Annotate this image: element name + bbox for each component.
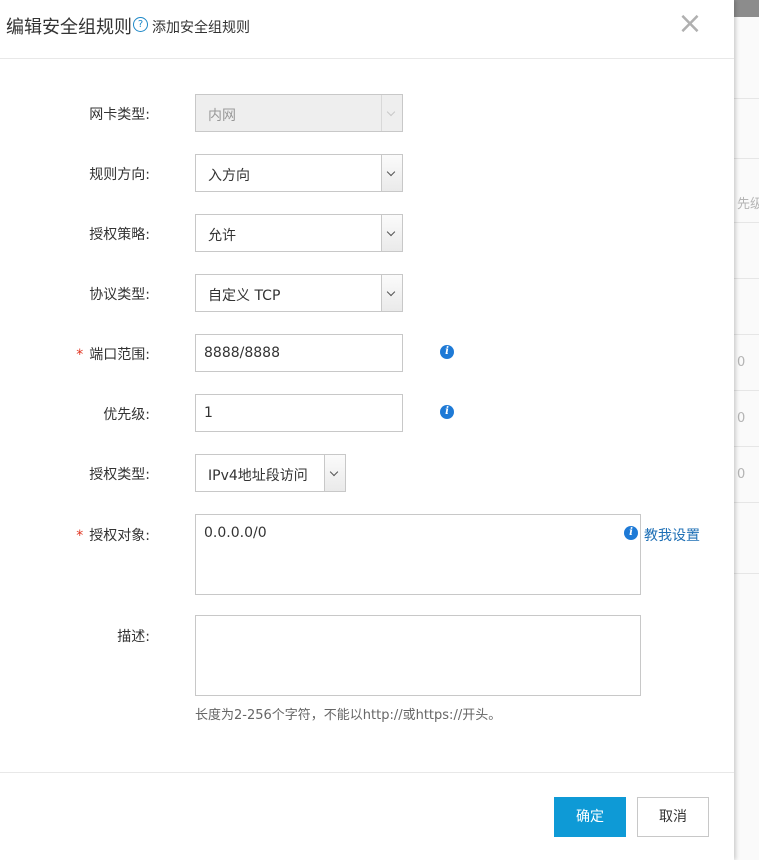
policy-value: 允许 xyxy=(208,228,236,244)
direction-value: 入方向 xyxy=(208,168,250,184)
chevron-down-icon[interactable] xyxy=(381,275,402,311)
auth-object-label: * 授权对象: xyxy=(0,525,150,545)
chevron-down-icon[interactable] xyxy=(324,455,345,491)
background-text: 先级 xyxy=(737,197,759,212)
background-divider xyxy=(734,446,759,447)
help-circle-icon[interactable]: ? xyxy=(133,17,148,32)
port-range-input[interactable]: 8888/8888 xyxy=(195,334,403,372)
priority-input[interactable]: 1 xyxy=(195,394,403,432)
auth-type-select[interactable]: IPv4地址段访问 xyxy=(195,454,346,492)
auth-object-value: 0.0.0.0/0 xyxy=(204,525,267,541)
confirm-button[interactable]: 确定 xyxy=(554,797,626,837)
priority-label: 优先级: xyxy=(103,407,150,423)
background-divider xyxy=(734,390,759,391)
auth-type-label: 授权类型: xyxy=(89,467,150,483)
info-icon[interactable]: i xyxy=(440,345,454,359)
required-marker: * xyxy=(76,347,84,363)
port-range-value: 8888/8888 xyxy=(204,345,280,361)
chevron-down-icon[interactable] xyxy=(381,155,402,191)
background-divider xyxy=(734,222,759,223)
policy-label: 授权策略: xyxy=(89,227,150,243)
teach-me-link[interactable]: 教我设置 xyxy=(644,525,700,545)
background-divider xyxy=(734,502,759,503)
background-text: 0 xyxy=(737,355,746,370)
direction-label: 规则方向: xyxy=(89,167,150,183)
edit-security-group-rule-dialog: 编辑安全组规则 ? 添加安全组规则 × 网卡类型: 内网 规则方向: 入方向 授… xyxy=(0,0,734,860)
add-rule-help-link[interactable]: 添加安全组规则 xyxy=(152,17,250,37)
close-icon[interactable]: × xyxy=(677,9,703,40)
nic-type-value: 内网 xyxy=(208,108,236,124)
nic-type-select: 内网 xyxy=(195,94,403,132)
auth-object-label-text: 授权对象: xyxy=(89,528,150,544)
background-text: 0 xyxy=(737,411,746,426)
footer-divider xyxy=(0,772,734,773)
background-topbar xyxy=(734,0,759,17)
chevron-down-icon xyxy=(381,95,402,131)
background-divider xyxy=(734,158,759,159)
protocol-value: 自定义 TCP xyxy=(208,288,281,304)
nic-type-label: 网卡类型: xyxy=(89,107,150,123)
description-textarea[interactable] xyxy=(195,615,641,696)
priority-value: 1 xyxy=(204,405,213,421)
protocol-label: 协议类型: xyxy=(89,287,150,303)
dialog-header: 编辑安全组规则 ? 添加安全组规则 × xyxy=(0,0,734,59)
chevron-down-icon[interactable] xyxy=(381,215,402,251)
background-divider xyxy=(734,573,759,574)
policy-select[interactable]: 允许 xyxy=(195,214,403,252)
description-hint: 长度为2-256个字符，不能以http://或https://开头。 xyxy=(195,708,502,723)
background-text: 0 xyxy=(737,467,746,482)
background-page xyxy=(734,0,759,860)
info-icon[interactable]: i xyxy=(624,526,638,540)
port-range-label: * 端口范围: xyxy=(0,344,150,364)
required-marker: * xyxy=(76,528,84,544)
background-divider xyxy=(734,278,759,279)
description-label: 描述: xyxy=(117,629,150,645)
info-icon[interactable]: i xyxy=(440,405,454,419)
background-divider xyxy=(734,98,759,99)
dialog-title: 编辑安全组规则 xyxy=(6,17,132,38)
auth-object-textarea[interactable]: 0.0.0.0/0 xyxy=(195,514,641,595)
protocol-select[interactable]: 自定义 TCP xyxy=(195,274,403,312)
direction-select[interactable]: 入方向 xyxy=(195,154,403,192)
cancel-button[interactable]: 取消 xyxy=(637,797,709,837)
background-divider xyxy=(734,334,759,335)
auth-type-value: IPv4地址段访问 xyxy=(208,468,308,484)
port-range-label-text: 端口范围: xyxy=(89,347,150,363)
